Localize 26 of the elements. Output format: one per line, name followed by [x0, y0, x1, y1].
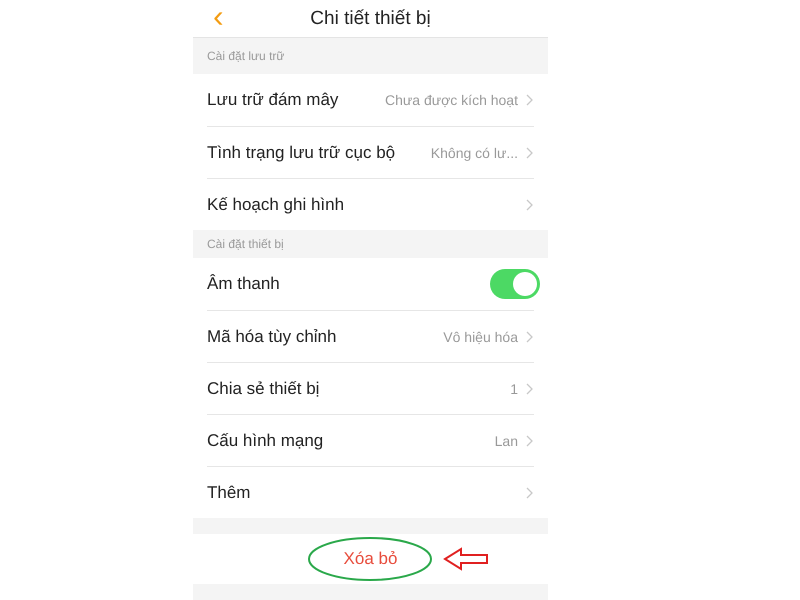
section-header: Cài đặt lưu trữ [207, 49, 284, 63]
setting-label: Lưu trữ đám mây [207, 90, 340, 110]
setting-label: Tình trạng lưu trữ cục bộ [207, 142, 396, 162]
toggle-switch[interactable] [490, 269, 540, 299]
setting-label: Chia sẻ thiết bị [207, 378, 320, 398]
chevron-icon [526, 94, 534, 106]
setting-label: Cấu hình mạng [207, 430, 324, 450]
section-header: Cài đặt thiết bị [207, 237, 284, 251]
screen-title: Chi tiết thiết bị [310, 8, 431, 30]
chevron-icon [526, 486, 534, 498]
chevron-icon [526, 146, 534, 158]
setting-value: Chưa được kích hoạt [385, 92, 518, 108]
chevron-icon [526, 330, 534, 342]
setting-value: Vô hiệu hóa [443, 328, 518, 344]
chevron-icon [526, 382, 534, 394]
setting-value: Lan [494, 432, 518, 448]
setting-label: Mã hóa tùy chỉnh [207, 326, 338, 346]
setting-label: Thêm [207, 482, 252, 502]
chevron-icon [526, 434, 534, 446]
setting-value: 1 [510, 380, 518, 396]
back-button[interactable]: ‹ [213, 2, 224, 30]
left-arrow-icon [443, 547, 491, 571]
setting-label: Âm thanh [207, 274, 281, 294]
setting-value: Không có lư... [430, 144, 518, 160]
chevron-icon [526, 198, 534, 210]
setting-label: Kế hoạch ghi hình [207, 194, 346, 214]
